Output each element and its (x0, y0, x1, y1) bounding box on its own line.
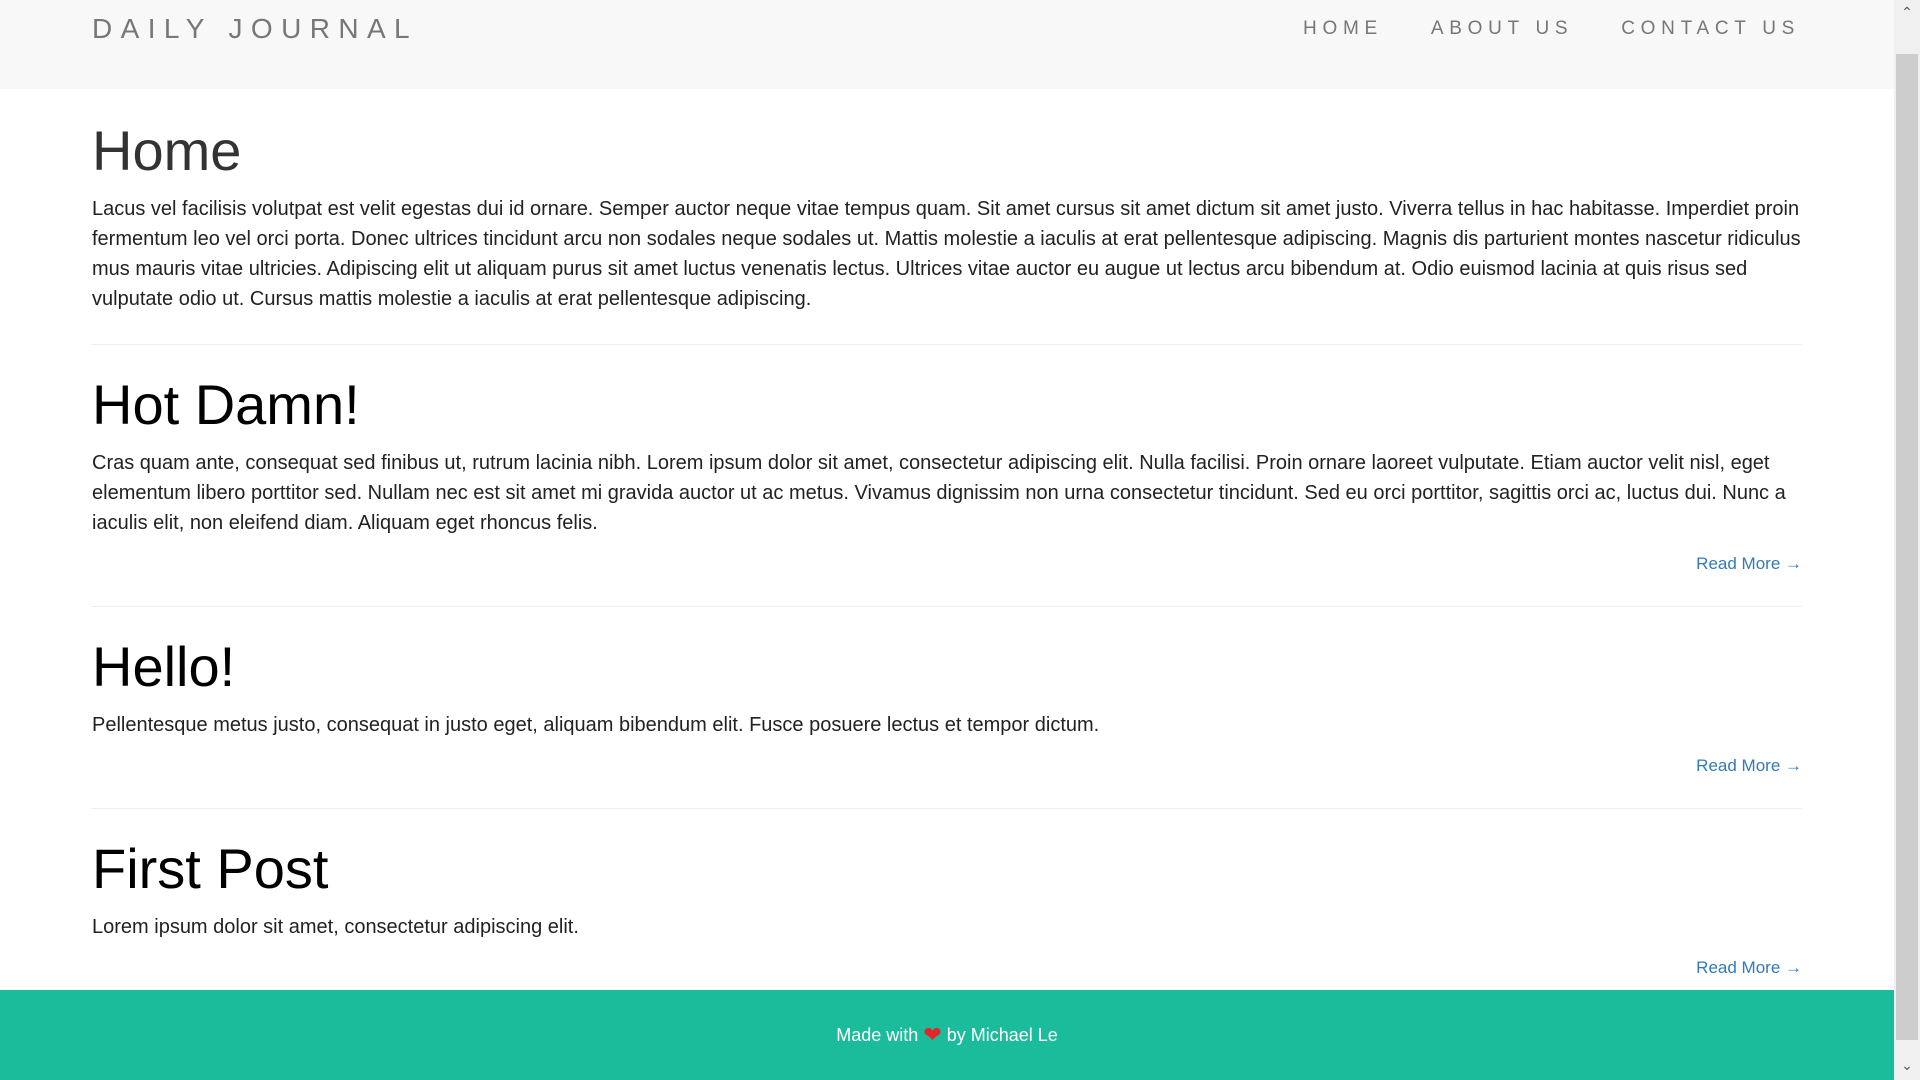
brand-link[interactable]: DAILY JOURNAL (92, 12, 418, 46)
nav-contact-us[interactable]: CONTACT US (1621, 17, 1800, 41)
post-title: Hello! (92, 635, 236, 698)
scroll-down-icon[interactable]: ⌄ (1894, 1057, 1920, 1074)
scrollbar[interactable]: ⌃ ⌄ (1894, 0, 1920, 1080)
post-excerpt: Cras quam ante, consequat sed finibus ut… (92, 452, 1786, 534)
scroll-up-icon[interactable]: ⌃ (1894, 4, 1920, 21)
nav-links: HOME ABOUT US CONTACT US (1303, 17, 1800, 41)
post-excerpt: Lorem ipsum dolor sit amet, consectetur … (92, 916, 579, 938)
post-title: Hot Damn! (92, 373, 360, 436)
post: First Post Lorem ipsum dolor sit amet, c… (92, 838, 1802, 980)
divider (92, 808, 1802, 809)
post: Hello! Pellentesque metus justo, consequ… (92, 636, 1802, 778)
page-title: Home (92, 119, 242, 182)
divider (92, 344, 1802, 345)
post-excerpt: Pellentesque metus justo, consequat in j… (92, 714, 1100, 736)
post-title: First Post (92, 837, 329, 900)
home-intro: Lacus vel facilisis volutpat est velit e… (92, 198, 1801, 310)
nav-about-us[interactable]: ABOUT US (1431, 17, 1573, 41)
page: DAILY JOURNAL HOME ABOUT US CONTACT US H… (0, 0, 1894, 1080)
nav-home[interactable]: HOME (1303, 17, 1383, 41)
heart-icon: ❤ (923, 1022, 942, 1047)
footer-author: by Michael Le (946, 1025, 1058, 1045)
post: Hot Damn! Cras quam ante, consequat sed … (92, 374, 1802, 576)
scrollbar-thumb[interactable] (1896, 54, 1918, 1040)
main-content: Home Lacus vel facilisis volutpat est ve… (92, 89, 1802, 980)
read-more-link[interactable]: Read More → (1696, 554, 1802, 573)
footer: Made with ❤ by Michael Le (0, 990, 1894, 1080)
read-more-link[interactable]: Read More → (1696, 958, 1802, 977)
footer-prefix: Made with (836, 1025, 919, 1045)
navbar: DAILY JOURNAL HOME ABOUT US CONTACT US (0, 0, 1894, 89)
read-more-link[interactable]: Read More → (1696, 756, 1802, 775)
divider (92, 606, 1802, 607)
